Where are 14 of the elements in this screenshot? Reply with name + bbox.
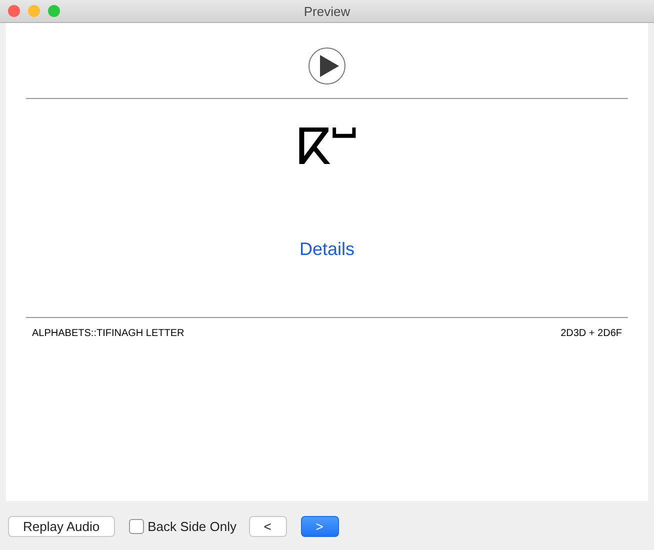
checkbox-label: Back Side Only [148,518,236,534]
nav-button[interactable]: < [248,516,286,536]
checkbox[interactable] [128,518,144,534]
play-icon[interactable] [308,47,346,85]
deck-name: ALPHABETS::TIFINAGH LETTER [32,328,184,339]
details-link[interactable]: Details [299,239,355,260]
close-button[interactable] [8,5,20,17]
zoom-button[interactable] [48,5,60,17]
code-points: 2D3D + 2D6F [560,328,622,339]
nav-button[interactable]: > [300,516,338,536]
window-title: Preview [304,4,350,18]
glyph-text: ⴽⵯ [296,117,357,178]
replay-audio-button[interactable]: Replay Audio [8,516,115,536]
minimize-button[interactable] [28,5,40,17]
